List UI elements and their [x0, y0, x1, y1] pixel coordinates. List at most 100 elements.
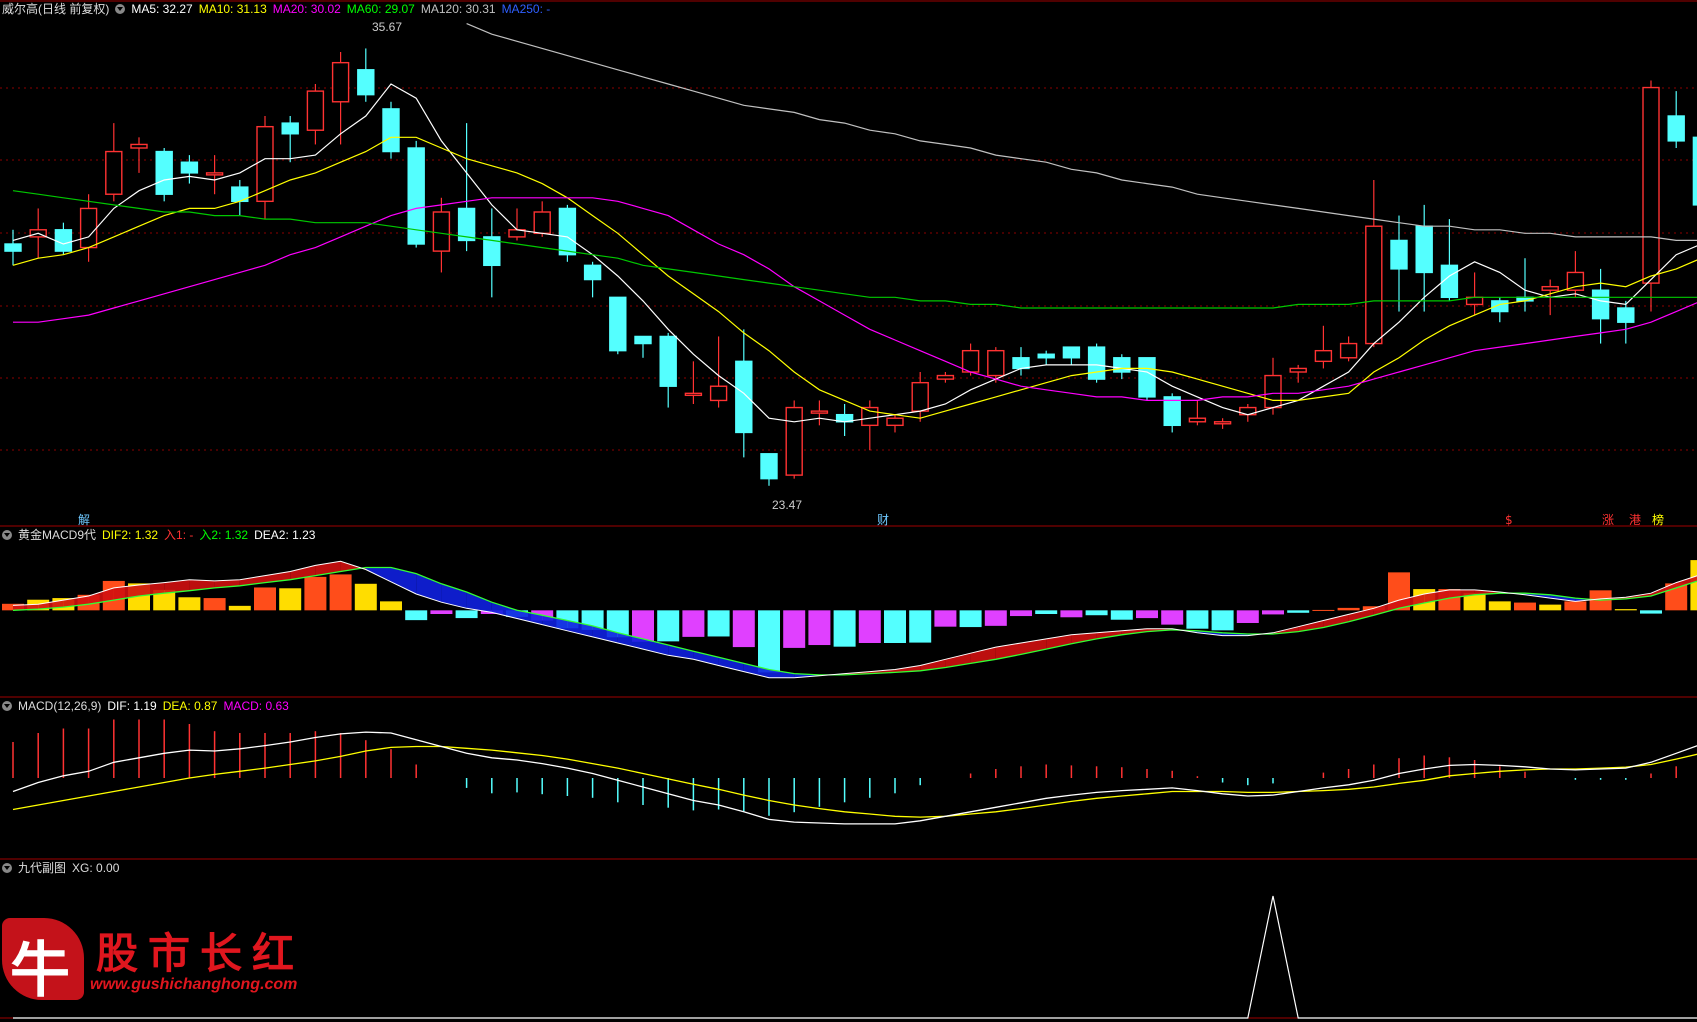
ma20-line — [13, 197, 1697, 401]
candle-body — [659, 335, 677, 387]
candle-body — [1188, 417, 1207, 423]
macd9-ribbon — [1373, 600, 1399, 616]
candle-body — [130, 143, 148, 149]
macd9-bar — [984, 610, 1007, 626]
candle-body — [180, 161, 199, 174]
candle-body — [1138, 357, 1156, 398]
candle-body — [1113, 357, 1131, 373]
macd9-bar — [732, 610, 755, 648]
marker-gang: 港 — [1629, 513, 1641, 527]
macd9-bar — [1690, 560, 1697, 611]
candle-body — [1012, 357, 1030, 370]
ma120-line — [466, 23, 1697, 241]
macd9-bar — [1010, 610, 1032, 617]
logo-glyph: 牛 — [10, 936, 70, 1006]
macd9-bar — [254, 587, 276, 611]
macd9-panel[interactable] — [2, 560, 1697, 679]
candle-body — [583, 264, 602, 281]
macd9-bar — [1488, 601, 1511, 611]
candle-body — [331, 61, 350, 103]
candle-body — [1339, 342, 1358, 359]
candle-body — [432, 211, 451, 252]
macd9-bar — [1110, 610, 1133, 620]
candle-body — [684, 392, 703, 397]
candle-body — [1213, 421, 1232, 425]
candle-body — [810, 410, 829, 414]
macd9-bar — [858, 610, 881, 643]
macd-panel[interactable] — [12, 719, 1697, 825]
macd9-bar — [909, 610, 932, 643]
macd9-bar — [934, 610, 957, 627]
macd9-bar — [329, 574, 352, 611]
candle-body — [306, 90, 325, 131]
candle-body — [735, 360, 753, 434]
candle-body — [886, 417, 904, 427]
candle-body — [558, 207, 577, 256]
candle-body — [1062, 346, 1081, 359]
candle-body — [760, 453, 778, 480]
macd9-ribbon — [718, 657, 744, 672]
macd9-bar — [430, 610, 453, 615]
macd9-legend: 黄金MACD9代 DIF2: 1.32 入1: - 入2: 1.32 DEA2: 1.2… — [2, 527, 321, 543]
candle-body — [79, 207, 98, 249]
macd9-bar — [808, 610, 831, 646]
candle-body — [1087, 346, 1106, 380]
macd9-title: 黄金MACD9代 — [18, 528, 97, 542]
macd9-ribbon — [1323, 614, 1349, 628]
candle-body — [357, 69, 375, 96]
candle-body — [1314, 349, 1333, 363]
macd9-bar — [203, 598, 226, 611]
candle-body — [709, 385, 728, 402]
macd-title: MACD(12,26,9) — [18, 699, 102, 713]
candle-body — [1264, 374, 1282, 409]
macd9-bar — [657, 610, 680, 642]
candle-body — [634, 335, 652, 345]
macd9-bar — [707, 610, 730, 637]
macd9-bar — [304, 576, 327, 611]
candle-body — [911, 381, 929, 412]
ma60-value: MA60: 29.07 — [346, 2, 415, 16]
collapse-icon[interactable] — [2, 701, 12, 711]
macd9-bar — [405, 610, 428, 621]
dif-value: DIF: 1.19 — [107, 699, 157, 713]
panel-dividers — [0, 0, 1697, 1019]
macd9-bar — [1312, 609, 1335, 611]
stock-chart[interactable]: 35.67 23.47 解 财 $ 涨 港 榜 — [0, 0, 1697, 1022]
macd9-bar — [833, 610, 856, 647]
candle-body — [987, 349, 1005, 377]
candle-body — [609, 296, 627, 352]
marker-dollar: $ — [1505, 513, 1513, 527]
marker-cai: 财 — [877, 513, 889, 527]
candle-body — [533, 211, 551, 235]
collapse-icon[interactable] — [2, 530, 12, 540]
ma20-value: MA20: 30.02 — [272, 2, 341, 16]
macd9-bar — [228, 605, 251, 611]
candle-body — [105, 150, 123, 195]
candle-body — [1591, 289, 1610, 320]
collapse-icon[interactable] — [2, 863, 12, 873]
macd9-bar — [1085, 610, 1108, 616]
candle-body — [54, 229, 73, 252]
dea2-value: DEA2: 1.23 — [254, 528, 316, 542]
xg-value: XG: 0.00 — [72, 861, 120, 875]
macd9-bar — [1564, 601, 1587, 611]
ru2-value: 入2: 1.32 — [199, 528, 249, 542]
candle-body — [4, 243, 22, 252]
macd9-bar — [1035, 610, 1058, 615]
candle-body — [1415, 225, 1433, 274]
candle-body — [205, 172, 224, 176]
macd9-bar — [1060, 610, 1083, 618]
macd9-bar — [1337, 607, 1360, 611]
candle-body — [382, 108, 400, 153]
candlestick-panel[interactable] — [4, 23, 1697, 486]
macd9-bar — [279, 588, 302, 611]
stock-title: 威尔高(日线 前复权) — [2, 2, 110, 16]
collapse-icon[interactable] — [115, 4, 126, 14]
high-label: 35.67 — [372, 20, 402, 34]
candle-body — [785, 406, 803, 476]
candle-body — [1163, 396, 1181, 427]
sub-legend: 九代副图 XG: 0.00 — [2, 860, 125, 876]
macd9-bar — [884, 610, 906, 643]
macd9-bar — [1262, 610, 1284, 615]
candle-body — [936, 374, 955, 380]
